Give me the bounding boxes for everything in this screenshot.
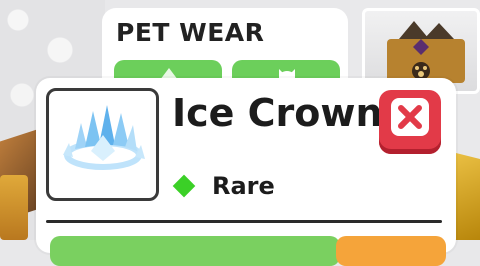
item-name: Ice Crown	[172, 91, 383, 135]
close-button[interactable]	[379, 90, 441, 154]
rarity-label: Rare	[212, 172, 275, 200]
rarity-diamond-icon	[172, 174, 196, 198]
item-thumbnail	[46, 88, 159, 201]
secondary-action-button[interactable]	[336, 236, 446, 266]
panel-title: PET WEAR	[116, 18, 265, 47]
background-prop-gold	[0, 175, 28, 240]
ice-crown-icon	[63, 105, 145, 170]
equip-button[interactable]	[50, 236, 340, 266]
close-icon	[398, 105, 422, 129]
item-info-card: Ice Crown Rare	[36, 78, 456, 266]
divider	[46, 220, 442, 223]
close-badge	[391, 98, 429, 136]
